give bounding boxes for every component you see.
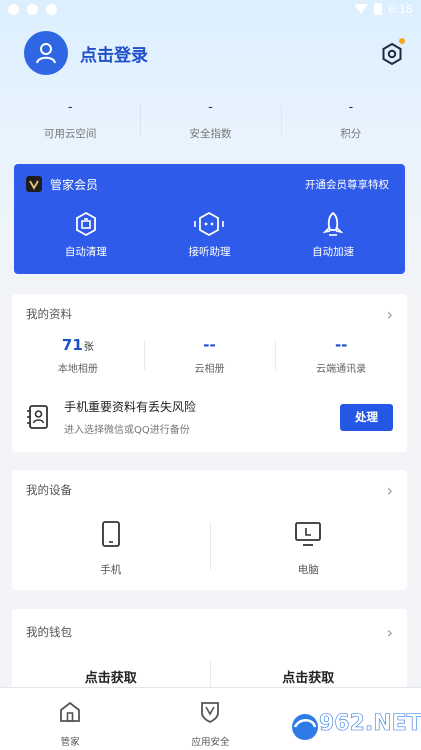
watermark-962-logo: 962.NET 乐游网 [288, 710, 421, 750]
battery-icon [374, 3, 383, 15]
user-icon [36, 43, 56, 64]
notification-icon [46, 3, 57, 15]
nav-label: 应用安全 [191, 737, 230, 748]
risk-subtitle: 进入选择微信或QQ进行备份 [64, 425, 190, 436]
vip-badge-icon [26, 176, 42, 192]
stat-value: - [348, 100, 354, 115]
stat-points[interactable]: - 积分 [280, 98, 421, 141]
my-devices-header[interactable]: 我的设备 › [12, 470, 407, 510]
rocket-icon [322, 211, 344, 236]
vip-card[interactable]: 管家会员 开通会员尊享特权 自动清理 接听助理 自动加速 [14, 164, 405, 274]
local-album[interactable]: 71张 本地相册 [12, 334, 144, 382]
stat-security-index[interactable]: - 安全指数 [140, 98, 280, 141]
cloud-album-label: 云相册 [194, 364, 225, 375]
contact-book-icon [27, 405, 48, 429]
status-icons-left [8, 3, 57, 15]
stat-value: - [208, 100, 213, 115]
gear-icon [382, 42, 402, 66]
device-list: 手机 电脑 [12, 510, 407, 594]
risk-title: 手机重要资料有丢失风险 [64, 400, 197, 414]
shield-icon [201, 702, 220, 724]
device-phone[interactable]: 手机 [12, 510, 210, 594]
nav-label: 管家 [60, 737, 80, 748]
nav-item-app-security[interactable]: 应用安全 [140, 688, 280, 750]
risk-text: 手机重要资料有丢失风险 进入选择微信或QQ进行备份 [64, 398, 340, 436]
stat-label: 安全指数 [189, 128, 232, 140]
status-time: 6:18 [388, 2, 413, 16]
notification-icon [8, 3, 19, 15]
stat-label: 可用云空间 [43, 128, 97, 140]
section-title: 我的设备 [26, 483, 72, 497]
wallet-items: 点击获取 点击获取 [12, 655, 408, 687]
my-devices-card: 我的设备 › 手机 电脑 [12, 470, 407, 590]
vip-title: 管家会员 [26, 176, 98, 193]
my-data-card: 我的资料 › 71张 本地相册 -- 云相册 -- 云端通讯录 手机重要资料有丢… [12, 294, 407, 452]
local-album-count: 71张 [61, 336, 94, 354]
wallet-item[interactable]: 点击获取 [209, 661, 408, 687]
settings-button[interactable] [378, 38, 406, 68]
nav-item-home[interactable]: 管家 [0, 688, 140, 750]
cloud-contacts-label: 云端通讯录 [316, 364, 367, 375]
status-icons-right: 6:18 [354, 3, 413, 16]
device-label: 手机 [100, 564, 122, 576]
section-title: 我的资料 [26, 307, 72, 321]
vip-item-label: 接听助理 [188, 246, 231, 258]
vip-item-auto-clean[interactable]: 自动清理 [36, 210, 136, 259]
vip-features: 自动清理 接听助理 自动加速 [14, 204, 405, 259]
cloud-contacts-count: -- [334, 336, 348, 354]
vip-item-label: 自动清理 [64, 246, 107, 258]
vip-item-auto-boost[interactable]: 自动加速 [283, 210, 383, 259]
stat-cloud-space[interactable]: - 可用云空间 [0, 98, 140, 141]
vip-title-label: 管家会员 [50, 177, 99, 192]
chevron-right-icon: › [386, 304, 393, 324]
computer-icon [295, 522, 322, 546]
my-wallet-header[interactable]: 我的钱包 › [12, 609, 407, 655]
account-stats: - 可用云空间 - 安全指数 - 积分 [0, 98, 421, 141]
my-wallet-card: 我的钱包 › 点击获取 点击获取 [12, 609, 407, 699]
stat-label: 积分 [340, 128, 362, 140]
svg-text:乐游网: 乐游网 [363, 735, 402, 750]
cloud-album-count: -- [203, 336, 216, 354]
call-assistant-icon [194, 211, 225, 237]
vip-item-call-assistant[interactable]: 接听助理 [159, 210, 259, 259]
cloud-album[interactable]: -- 云相册 [143, 334, 276, 382]
avatar[interactable] [24, 31, 68, 75]
svg-text:962.NET: 962.NET [319, 711, 421, 736]
vip-header: 管家会员 开通会员尊享特权 [14, 164, 405, 204]
wifi-icon [354, 4, 369, 14]
data-risk-alert: 手机重要资料有丢失风险 进入选择微信或QQ进行备份 处理 [12, 398, 407, 436]
notification-dot [399, 38, 405, 44]
login-label[interactable]: 点击登录 [80, 41, 148, 66]
device-label: 电脑 [297, 564, 319, 576]
phone-icon [101, 521, 120, 547]
stat-value: - [67, 100, 73, 115]
status-bar: 6:18 [0, 0, 421, 18]
auto-clean-icon [75, 211, 96, 237]
chevron-right-icon: › [386, 622, 393, 642]
data-stats: 71张 本地相册 -- 云相册 -- 云端通讯录 [12, 334, 407, 382]
cloud-contacts[interactable]: -- 云端通讯录 [275, 334, 407, 382]
section-title: 我的钱包 [26, 625, 72, 639]
chevron-right-icon: › [386, 480, 393, 500]
vip-subscribe-link[interactable]: 开通会员尊享特权 [305, 177, 389, 192]
vip-item-label: 自动加速 [312, 246, 355, 258]
login-area[interactable]: 点击登录 [24, 31, 148, 75]
device-computer[interactable]: 电脑 [209, 510, 408, 594]
handle-button[interactable]: 处理 [340, 403, 393, 431]
notification-icon [27, 3, 38, 15]
my-data-header[interactable]: 我的资料 › [12, 294, 407, 334]
wallet-item[interactable]: 点击获取 [12, 667, 210, 686]
watermark-logo: 962.NET 乐游网 [285, 700, 421, 750]
home-icon [60, 701, 81, 722]
local-album-label: 本地相册 [57, 364, 98, 375]
